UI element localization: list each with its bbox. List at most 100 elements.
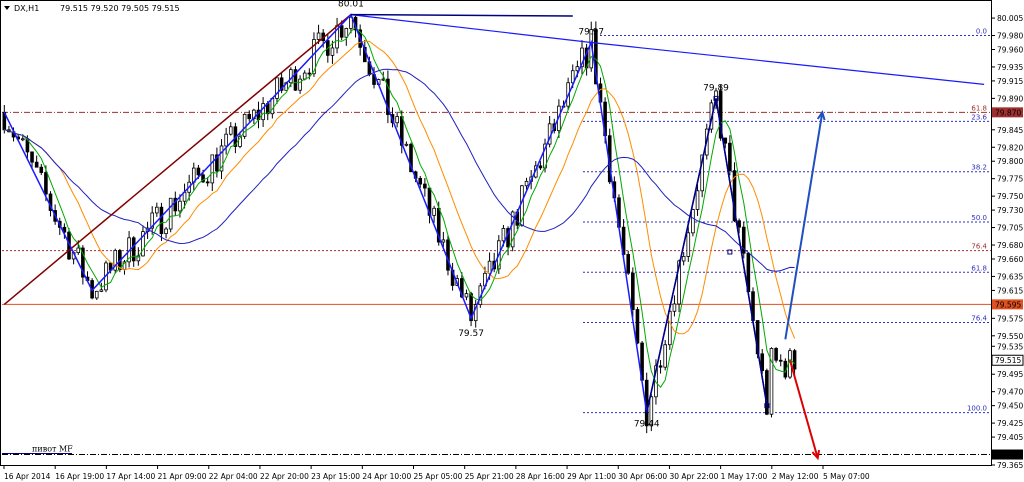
x-tick-label: 16 Apr 2014 (4, 472, 51, 481)
y-tick-label: 79.800 (997, 157, 1023, 166)
y-tick-label: 79.750 (997, 192, 1023, 201)
level-label: 61.8 (971, 104, 987, 112)
candle-body (524, 180, 529, 187)
candle-body (395, 116, 399, 124)
candle-body (205, 181, 210, 184)
candle-body (196, 167, 201, 176)
candle-body (224, 133, 228, 147)
chart: 50.00.061.823.638.250.076.461.876.4100.0… (0, 0, 1024, 482)
candle-body (330, 47, 335, 56)
candle-body (792, 350, 797, 370)
candle-body (344, 28, 349, 38)
candle-body (247, 113, 252, 120)
candle-body (464, 293, 469, 298)
y-tick-label: 79.575 (997, 314, 1023, 323)
candle-body (691, 209, 695, 234)
y-tick-label: 79.845 (997, 126, 1023, 135)
level-label: 61.8 (971, 264, 987, 272)
candle-body (487, 260, 492, 274)
x-tick-label: 29 Apr 11:00 (567, 472, 616, 481)
y-tick-label: 79.980 (997, 32, 1023, 41)
symbol-label: DX,H1 (14, 4, 39, 13)
x-tick-label: 22 Apr 04:00 (209, 472, 258, 481)
y-tick-label: 79.935 (997, 63, 1023, 72)
candle-body (316, 32, 321, 40)
y-tick-label: 79.635 (997, 272, 1023, 281)
x-tick-label: 5 May 07:00 (823, 472, 870, 481)
price-badge-label: 79.380 (995, 451, 1021, 460)
candle-body (20, 138, 25, 141)
candle-body (164, 228, 168, 235)
candle-body (681, 256, 686, 262)
level-label: 0.0 (976, 28, 987, 36)
candle-body (178, 200, 182, 212)
candle-body (418, 177, 423, 185)
x-tick-label: 25 Apr 21:00 (465, 472, 514, 481)
level-label: 50.0 (971, 214, 987, 222)
ohlc-label: 79.515 79.520 79.505 79.515 (60, 4, 180, 13)
x-tick-label: 21 Apr 09:00 (158, 472, 207, 481)
y-tick-label: 79.470 (997, 388, 1023, 397)
y-tick-label: 79.425 (997, 419, 1023, 428)
y-tick-label: 79.495 (997, 370, 1023, 379)
level-label: 23.6 (971, 113, 987, 121)
candle-body (228, 126, 233, 135)
candle-body (686, 232, 691, 257)
y-tick-label: 79.680 (997, 241, 1023, 250)
x-tick-label: 1 May 17:00 (721, 472, 768, 481)
candle-body (168, 197, 173, 230)
candle-body (695, 190, 700, 210)
candle-body (155, 206, 159, 214)
candle-body (728, 142, 732, 172)
candle-body (672, 303, 677, 312)
candle-body (631, 272, 635, 310)
y-tick-label: 79.550 (997, 332, 1023, 341)
candle-body (270, 97, 275, 115)
candle-body (44, 172, 48, 195)
level-label: 38.2 (971, 164, 987, 172)
x-tick-label: 25 Apr 05:00 (414, 472, 463, 481)
candle-body (538, 165, 543, 169)
x-tick-label: 22 Apr 20:00 (260, 472, 309, 481)
y-tick-label: 79.820 (997, 143, 1023, 152)
candle-body (737, 220, 741, 228)
y-tick-label: 79.775 (997, 175, 1023, 184)
y-tick-label: 79.615 (997, 286, 1023, 295)
x-tick-label: 23 Apr 15:00 (311, 472, 360, 481)
candle-body (441, 239, 446, 243)
candle-body (298, 78, 302, 91)
y-tick-label: 79.450 (997, 402, 1023, 411)
candle-body (34, 161, 39, 168)
candle-body (635, 309, 640, 344)
price-label: 80.01 (338, 0, 364, 10)
level-label: 76.4 (971, 315, 987, 323)
price-badge-label: 79.515 (995, 356, 1021, 365)
candle-body (30, 151, 34, 163)
y-tick-label: 79.890 (997, 94, 1023, 103)
y-tick-label: 79.535 (997, 342, 1023, 351)
pivot-label: пивот MF (32, 445, 73, 454)
candle-body (94, 290, 99, 299)
y-tick-label: 79.705 (997, 224, 1023, 233)
y-tick-label: 79.915 (997, 77, 1023, 86)
candle-body (404, 143, 409, 146)
candle-body (339, 25, 344, 38)
candle-body (159, 206, 164, 235)
y-tick-label: 79.405 (997, 433, 1023, 442)
price-badge-label: 79.595 (995, 300, 1021, 309)
candle-body (76, 247, 81, 254)
candle-body (626, 254, 631, 274)
x-tick-label: 2 May 12:00 (772, 472, 819, 481)
candle-body (423, 183, 427, 189)
candle-body (723, 137, 728, 144)
candle-body (99, 289, 104, 292)
price-badge-label: 79.870 (995, 108, 1021, 117)
price-label: 79.89 (703, 83, 729, 93)
price-label: 79.57 (458, 329, 484, 339)
candle-body (432, 207, 436, 216)
price-label: 79.97 (578, 28, 604, 38)
x-tick-label: 24 Apr 10:00 (362, 472, 411, 481)
y-tick-label: 79.365 (997, 461, 1023, 470)
candle-body (307, 72, 312, 75)
y-tick-label: 79.730 (997, 206, 1023, 215)
